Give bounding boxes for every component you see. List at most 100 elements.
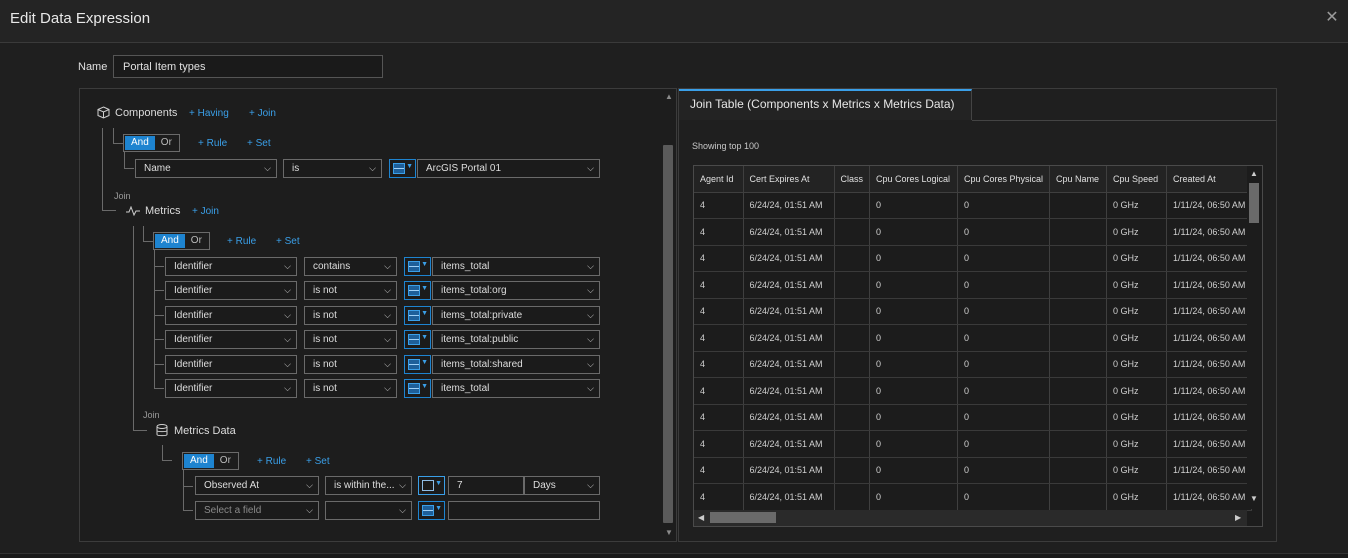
- components-andor-toggle[interactable]: And Or: [123, 134, 180, 152]
- table-row[interactable]: 4 6/24/24, 01:51 AM 0 0 0 GHz 1/11/24, 06:50 …: [694, 457, 1253, 484]
- value-type-button[interactable]: ▼: [404, 330, 431, 349]
- table-row[interactable]: 4 6/24/24, 01:51 AM 0 0 0 GHz 1/11/24, 06:50 …: [694, 245, 1253, 272]
- components-join-link[interactable]: + Join: [249, 108, 276, 119]
- metrics-data-andor-toggle[interactable]: And Or: [182, 452, 239, 470]
- metrics-andor-toggle[interactable]: And Or: [153, 232, 210, 250]
- table-row[interactable]: 4 6/24/24, 01:51 AM 0 0 0 GHz 1/11/24, 06:50 …: [694, 271, 1253, 299]
- having-link[interactable]: + Having: [189, 108, 229, 119]
- close-icon[interactable]: ✕: [1324, 10, 1340, 26]
- table-horizontal-scrollbar[interactable]: [694, 510, 1247, 526]
- field-select[interactable]: Identifier ⌵: [165, 379, 297, 398]
- operator-select[interactable]: is not ⌵: [304, 379, 397, 398]
- value-type-button[interactable]: ▼: [418, 501, 445, 520]
- chevron-down-icon: ⌵: [587, 359, 594, 369]
- table-cell: 0: [869, 377, 959, 405]
- table-cell: 6/24/24, 01:51 AM: [743, 298, 835, 325]
- value-type-button[interactable]: ▼: [404, 379, 431, 398]
- and-option[interactable]: And: [155, 234, 185, 248]
- metrics-data-add-set[interactable]: + Set: [306, 456, 330, 467]
- value-select[interactable]: items_total:shared ⌵: [432, 355, 600, 374]
- value-input[interactable]: [448, 501, 600, 520]
- tree-connector: [154, 250, 155, 388]
- column-header[interactable]: Cpu Cores Logical: [869, 166, 959, 193]
- scroll-down-icon[interactable]: ▼: [665, 528, 673, 537]
- components-join-label: Join: [257, 108, 276, 119]
- scroll-up-icon[interactable]: ▲: [1250, 169, 1258, 178]
- tree-connector: [183, 510, 193, 511]
- operator-select[interactable]: is ⌵: [283, 159, 382, 178]
- field-select[interactable]: Name ⌵: [135, 159, 277, 178]
- metrics-add-rule[interactable]: + Rule: [227, 236, 256, 247]
- table-row[interactable]: 4 6/24/24, 01:51 AM 0 0 0 GHz 1/11/24, 06:50 …: [694, 483, 1253, 511]
- column-header[interactable]: Cpu Cores Physical: [957, 166, 1051, 193]
- and-option[interactable]: And: [125, 136, 155, 150]
- query-builder-scroll-thumb[interactable]: [663, 145, 673, 523]
- unit-select[interactable]: Days ⌵: [524, 476, 600, 495]
- column-header[interactable]: Agent Id: [694, 166, 744, 193]
- table-horizontal-scroll-thumb[interactable]: [710, 512, 776, 523]
- or-option[interactable]: Or: [185, 234, 208, 248]
- operator-select[interactable]: contains ⌵: [304, 257, 397, 276]
- field-select[interactable]: Select a field ⌵: [195, 501, 319, 520]
- table-row[interactable]: 4 6/24/24, 01:51 AM 0 0 0 GHz 1/11/24, 06:50 …: [694, 324, 1253, 352]
- metrics-join-link[interactable]: + Join: [192, 206, 219, 217]
- column-header[interactable]: Created At: [1166, 166, 1253, 193]
- metrics-add-set[interactable]: + Set: [276, 236, 300, 247]
- table-cell: 1/11/24, 06:50 AM: [1166, 377, 1253, 405]
- value-select[interactable]: ArcGIS Portal 01 ⌵: [417, 159, 600, 178]
- field-select[interactable]: Identifier ⌵: [165, 257, 297, 276]
- tree-connector: [102, 210, 116, 211]
- components-add-rule[interactable]: + Rule: [198, 138, 227, 149]
- components-add-set[interactable]: + Set: [247, 138, 271, 149]
- table-vertical-scroll-thumb[interactable]: [1249, 183, 1259, 223]
- value-input[interactable]: 7: [448, 476, 524, 495]
- or-option[interactable]: Or: [155, 136, 178, 150]
- table-row[interactable]: 4 6/24/24, 01:51 AM 0 0 0 GHz 1/11/24, 06:50 …: [694, 430, 1253, 458]
- table-row[interactable]: 4 6/24/24, 01:51 AM 0 0 0 GHz 1/11/24, 06:50 …: [694, 192, 1253, 219]
- field-select[interactable]: Identifier ⌵: [165, 355, 297, 374]
- table-row[interactable]: 4 6/24/24, 01:51 AM 0 0 0 GHz 1/11/24, 06:50 …: [694, 404, 1253, 431]
- operator-select[interactable]: is not ⌵: [304, 281, 397, 300]
- table-row[interactable]: 4 6/24/24, 01:51 AM 0 0 0 GHz 1/11/24, 06:50 …: [694, 377, 1253, 405]
- field-select[interactable]: Identifier ⌵: [165, 281, 297, 300]
- operator-select[interactable]: is not ⌵: [304, 306, 397, 325]
- column-header[interactable]: Cpu Speed: [1106, 166, 1168, 193]
- chevron-down-icon: ⌵: [306, 505, 313, 515]
- column-header[interactable]: Class: [834, 166, 871, 193]
- value-select[interactable]: items_total ⌵: [432, 379, 600, 398]
- table-cell: 0: [869, 298, 959, 325]
- scroll-up-icon[interactable]: ▲: [665, 92, 673, 101]
- database-icon: [156, 424, 168, 440]
- metrics-data-add-rule[interactable]: + Rule: [257, 456, 286, 467]
- field-select[interactable]: Observed At ⌵: [195, 476, 319, 495]
- table-row[interactable]: 4 6/24/24, 01:51 AM 0 0 0 GHz 1/11/24, 06:50 …: [694, 218, 1253, 246]
- value-select[interactable]: items_total ⌵: [432, 257, 600, 276]
- operator-select[interactable]: is not ⌵: [304, 330, 397, 349]
- scroll-down-icon[interactable]: ▼: [1250, 494, 1258, 503]
- value-type-button[interactable]: ▼: [418, 476, 445, 495]
- value-type-button[interactable]: ▼: [404, 306, 431, 325]
- table-row[interactable]: 4 6/24/24, 01:51 AM 0 0 0 GHz 1/11/24, 06:50 …: [694, 351, 1253, 378]
- field-select[interactable]: Identifier ⌵: [165, 330, 297, 349]
- value-select[interactable]: items_total:public ⌵: [432, 330, 600, 349]
- operator-select[interactable]: is within the... ⌵: [325, 476, 412, 495]
- column-header[interactable]: Cert Expires At: [743, 166, 835, 193]
- name-input[interactable]: [113, 55, 383, 78]
- field-select[interactable]: Identifier ⌵: [165, 306, 297, 325]
- value-type-button[interactable]: ▼: [404, 281, 431, 300]
- operator-select[interactable]: ⌵: [325, 501, 412, 520]
- value-type-button[interactable]: ▼: [404, 355, 431, 374]
- table-row[interactable]: 4 6/24/24, 01:51 AM 0 0 0 GHz 1/11/24, 06:50 …: [694, 298, 1253, 325]
- operator-select[interactable]: is not ⌵: [304, 355, 397, 374]
- and-option[interactable]: And: [184, 454, 214, 468]
- column-header[interactable]: Cpu Name: [1049, 166, 1108, 193]
- pulse-icon: [126, 205, 140, 219]
- scroll-right-icon[interactable]: ▶: [1235, 513, 1241, 522]
- or-option[interactable]: Or: [214, 454, 237, 468]
- value-type-button[interactable]: ▼: [389, 159, 416, 178]
- value-select[interactable]: items_total:org ⌵: [432, 281, 600, 300]
- tab-join-table[interactable]: Join Table (Components x Metrics x Metri…: [679, 89, 972, 120]
- value-select[interactable]: items_total:private ⌵: [432, 306, 600, 325]
- scroll-left-icon[interactable]: ◀: [698, 513, 704, 522]
- value-type-button[interactable]: ▼: [404, 257, 431, 276]
